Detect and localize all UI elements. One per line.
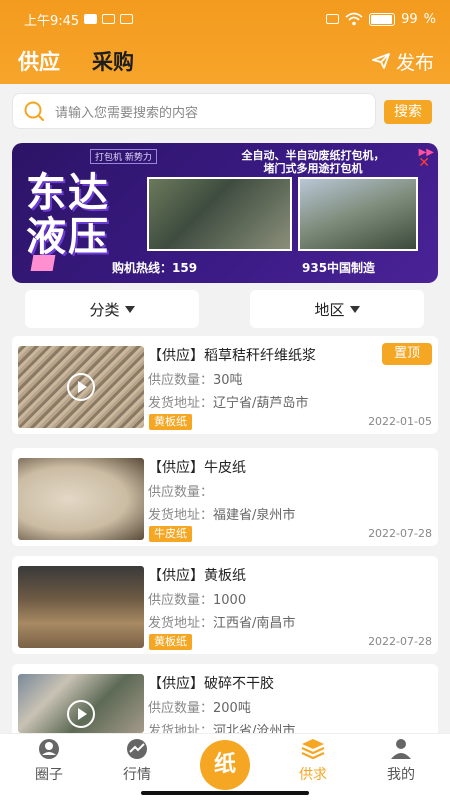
chevron-down-icon [124, 305, 135, 313]
notification-icon [102, 14, 116, 24]
search-icon [24, 101, 45, 122]
tab-supply-demand-label: 供求 [299, 767, 327, 783]
tab-mine-label: 我的 [387, 767, 415, 783]
tab-circle-label: 圈子 [35, 767, 63, 783]
listing-card[interactable]: 【供应】破碎不干胶 供应数量：200吨 发货地址：河北省/沧州市 [12, 664, 438, 739]
listing-quantity: 供应数量：200吨 [148, 701, 251, 716]
banner-made: 935中国制造 [302, 261, 376, 275]
banner-tag: 打包机 新势力 [90, 149, 157, 164]
listing-card[interactable]: 【供应】牛皮纸 供应数量： 发货地址：福建省/泉州市 牛皮纸 2022-07-2… [12, 448, 438, 546]
battery-level: 99 [401, 11, 418, 27]
listing-quantity: 供应数量：30吨 [148, 373, 243, 388]
tab-supply[interactable]: 供应 [18, 46, 60, 76]
chevron-down-icon [349, 305, 360, 313]
nav-row: 供应 采购 发布 [0, 38, 450, 84]
decor-cube [30, 255, 56, 271]
banner-photo [147, 177, 292, 251]
arrow-icon: ▶▶ [418, 147, 434, 158]
search-input[interactable]: 请输入您需要搜索的内容 [12, 93, 376, 129]
battery-icon [369, 12, 396, 26]
search-placeholder: 请输入您需要搜索的内容 [55, 105, 199, 121]
region-filter[interactable]: 地区 [250, 290, 424, 328]
category-filter[interactable]: 分类 [25, 290, 199, 328]
status-time: 上午9:45 [24, 13, 80, 29]
send-icon [372, 53, 390, 69]
listing-date: 2022-01-05 [368, 415, 432, 428]
banner-hotline: 购机热线：159 [112, 261, 198, 275]
listing-title: 【供应】破碎不干胶 [148, 676, 274, 692]
tab-market-label: 行情 [123, 767, 151, 783]
trend-icon [127, 739, 147, 759]
listing-card[interactable]: 【供应】黄板纸 供应数量：1000 发货地址：江西省/南昌市 黄板纸 2022-… [12, 556, 438, 654]
sim-icon [326, 14, 340, 24]
layers-icon [301, 739, 325, 760]
listing-title: 【供应】牛皮纸 [148, 460, 246, 476]
tab-mine[interactable]: 我的 [356, 734, 446, 794]
search-button[interactable]: 搜索 [384, 100, 432, 124]
listing-address: 发货地址：福建省/泉州市 [148, 508, 296, 523]
publish-button[interactable]: 发布 [372, 48, 434, 75]
tab-market[interactable]: 行情 [92, 734, 182, 794]
listing-tag: 黄板纸 [149, 414, 192, 430]
message-icon [120, 14, 134, 24]
user-icon [391, 739, 411, 759]
banner-brand: 东达 液压 [26, 170, 110, 260]
listing-quantity: 供应数量：1000 [148, 593, 247, 608]
tab-purchase[interactable]: 采购 [92, 46, 134, 76]
banner-photo [298, 177, 418, 251]
tab-supply-demand[interactable]: 供求 [268, 734, 358, 794]
listing-address: 发货地址：江西省/南昌市 [148, 616, 296, 631]
banner-promo: 全自动、半自动废纸打包机， 堵门式多用途打包机 [241, 149, 385, 175]
play-icon[interactable] [67, 373, 95, 401]
category-label: 分类 [89, 300, 120, 319]
home-indicator[interactable] [141, 791, 309, 795]
top-header: 上午9:45 99% 供应 采购 发布 [0, 0, 450, 84]
listing-title: 【供应】稻草秸秆纤维纸浆 [148, 348, 316, 364]
wifi-icon [345, 12, 363, 26]
person-circle-icon [39, 739, 59, 759]
region-label: 地区 [314, 300, 345, 319]
pin-badge: 置顶 [382, 343, 432, 365]
ad-banner[interactable]: 打包机 新势力 东达 液压 全自动、半自动废纸打包机， 堵门式多用途打包机 ✕ … [12, 143, 438, 283]
paper-center-button[interactable]: 纸 [200, 740, 250, 790]
listing-tag: 牛皮纸 [149, 526, 192, 542]
play-icon[interactable] [67, 700, 95, 728]
tab-circle[interactable]: 圈子 [4, 734, 94, 794]
listing-quantity: 供应数量： [148, 485, 214, 500]
listing-thumbnail [18, 674, 144, 733]
listing-date: 2022-07-28 [368, 527, 432, 540]
listing-card[interactable]: 【供应】稻草秸秆纤维纸浆 供应数量：30吨 发货地址：辽宁省/葫芦岛市 黄板纸 … [12, 336, 438, 434]
listing-thumbnail [18, 346, 144, 428]
listing-title: 【供应】黄板纸 [148, 568, 246, 584]
listing-thumbnail [18, 566, 144, 648]
listing-date: 2022-07-28 [368, 635, 432, 648]
status-bar: 上午9:45 99% [0, 0, 450, 38]
listing-address: 发货地址：辽宁省/葫芦岛市 [148, 396, 309, 411]
publish-label: 发布 [395, 51, 434, 74]
notification-icon [84, 14, 98, 24]
listing-thumbnail [18, 458, 144, 540]
status-right: 99% [321, 12, 436, 27]
listing-tag: 黄板纸 [149, 634, 192, 650]
